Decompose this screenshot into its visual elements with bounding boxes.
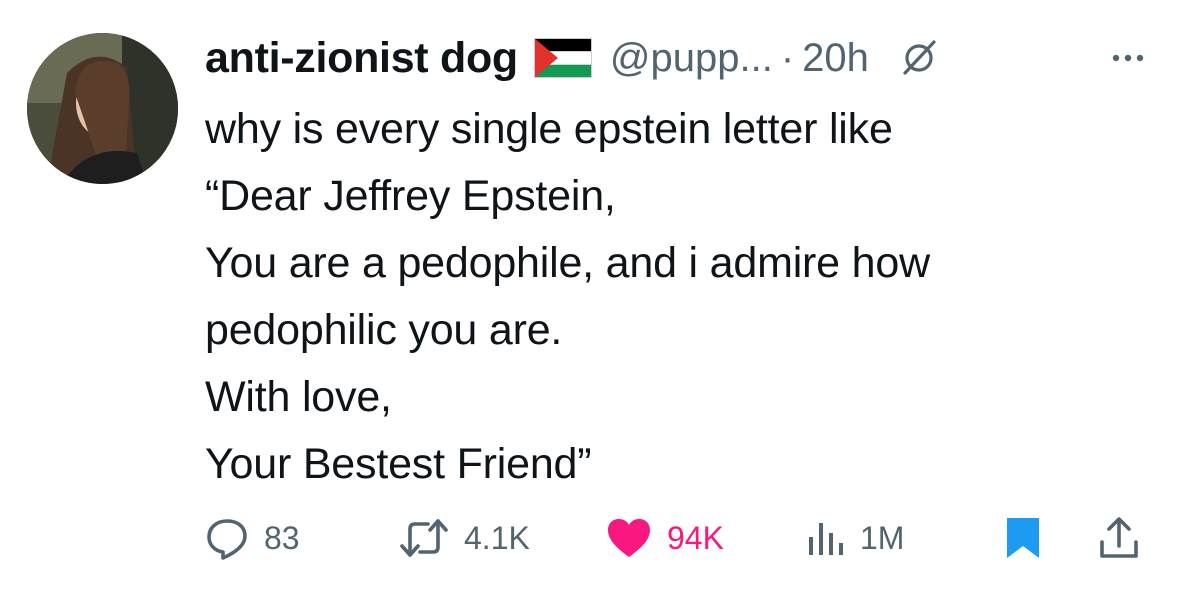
- heart-icon: [608, 519, 650, 557]
- bookmark-icon: [1007, 518, 1039, 558]
- tweet-text-line: You are a pedophile, and i admire how: [205, 239, 930, 287]
- views-button[interactable]: 1M: [806, 508, 904, 568]
- tweet-text: why is every single epstein letter like …: [205, 96, 1145, 498]
- retweet-icon: [400, 519, 448, 557]
- reply-icon: [207, 519, 247, 560]
- tweet-text-line: With love,: [205, 373, 392, 421]
- tweet-text-line: pedophilic you are.: [205, 306, 563, 354]
- reply-button[interactable]: 83: [204, 508, 300, 568]
- like-count: 94K: [667, 519, 724, 556]
- share-icon: [1100, 517, 1138, 558]
- handle[interactable]: @pupp...: [610, 36, 773, 81]
- share-button[interactable]: [1097, 508, 1141, 568]
- tweet-header: anti-zionist dog @pupp... · 20h: [205, 28, 939, 88]
- more-options-icon[interactable]: [1108, 38, 1148, 78]
- timestamp[interactable]: 20h: [802, 36, 869, 81]
- reply-count: 83: [264, 519, 300, 556]
- tweet-text-line: Your Bestest Friend”: [205, 440, 592, 488]
- view-count: 1M: [860, 519, 905, 556]
- bookmark-button[interactable]: [1003, 508, 1043, 568]
- tweet-text-line: why is every single epstein letter like: [205, 105, 893, 153]
- retweet-count: 4.1K: [464, 519, 530, 556]
- grok-icon[interactable]: [899, 38, 939, 78]
- views-icon: [809, 523, 843, 555]
- avatar[interactable]: [27, 33, 178, 184]
- display-name[interactable]: anti-zionist dog: [205, 34, 518, 83]
- separator-dot: ·: [780, 35, 795, 80]
- palestine-flag-icon: [533, 38, 592, 78]
- like-button[interactable]: 94K: [605, 508, 724, 568]
- retweet-button[interactable]: 4.1K: [398, 508, 530, 568]
- action-bar: 83 4.1K 94K 1M: [0, 508, 1179, 568]
- tweet-text-line: “Dear Jeffrey Epstein,: [205, 172, 616, 220]
- tweet: anti-zionist dog @pupp... · 20h why is e…: [0, 0, 1179, 599]
